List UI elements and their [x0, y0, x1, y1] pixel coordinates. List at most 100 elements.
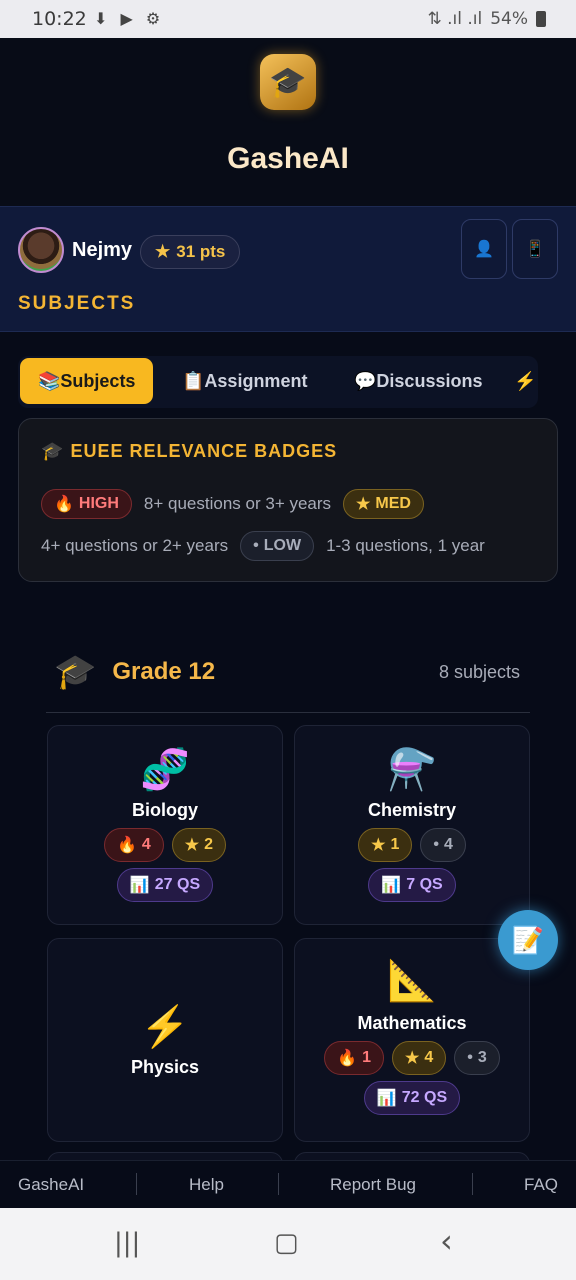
tab-bar: 📚 Subjects 📋 Assignment 💬 Discussions ⚡ [18, 356, 538, 408]
tab-discussions[interactable]: 💬 Discussions [350, 358, 486, 404]
memo-icon: 📝 [511, 924, 545, 955]
status-notification-icons: ⬇ ▶ ⚙ [94, 9, 165, 28]
low-badge: • 4 [420, 828, 466, 862]
med-badge: ★ 1 [358, 828, 413, 862]
divider [472, 1173, 473, 1195]
subject-card-physics[interactable]: ⚡ Physics [47, 938, 283, 1142]
high-count: 1 [362, 1049, 372, 1066]
tab-assignment[interactable]: 📋 Assignment [178, 358, 311, 404]
star-icon: ★ [356, 496, 371, 513]
graduation-cap-icon: 🎓 [41, 441, 65, 461]
star-icon: ★ [184, 837, 200, 854]
med-count: 4 [424, 1049, 434, 1066]
footer-link-help[interactable]: Help [189, 1175, 224, 1195]
signal-icon: ⇅ .ıl .ıl [427, 9, 483, 29]
status-time: 10:22 [32, 8, 87, 30]
med-label: MED [375, 495, 411, 512]
questions-count: 72 QS [401, 1089, 448, 1106]
qs-row: 📊 27 QS [48, 868, 282, 902]
grade-title: Grade 12 [112, 658, 216, 685]
badges-title-text: EUEE RELEVANCE BADGES [70, 441, 338, 461]
subject-name: Chemistry [367, 800, 457, 820]
subject-name: Biology [132, 800, 198, 820]
profile-button[interactable]: 👤 [461, 219, 507, 279]
badges-row-1: 🔥 HIGH 8+ questions or 3+ years ★ MED [41, 489, 424, 519]
subject-card-partial[interactable] [47, 1152, 283, 1160]
badge-row: 🔥 1 ★ 4 • 3 [295, 1041, 529, 1075]
med-description: 4+ questions or 2+ years [41, 536, 229, 555]
notes-fab-button[interactable]: 📝 [498, 910, 558, 970]
bar-chart-icon: 📊 [376, 1090, 397, 1107]
high-badge: 🔥 HIGH [41, 489, 132, 519]
subject-name: Mathematics [357, 1013, 467, 1033]
app-screen: 🎓 GasheAI Nejmy ★ 31 pts 👤 📱 SUBJECTS 📚 … [0, 38, 576, 1160]
divider [136, 1173, 137, 1195]
questions-badge: 📊 7 QS [368, 868, 456, 902]
speech-bubble-icon: 💬 [354, 370, 377, 391]
dot-icon: • [433, 836, 439, 853]
questions-count: 27 QS [154, 876, 201, 893]
dot-icon: • [253, 537, 259, 554]
low-badge: • LOW [240, 531, 315, 561]
bar-chart-icon: 📊 [129, 877, 150, 894]
badge-row: ★ 1 • 4 [295, 828, 529, 862]
subject-card-mathematics[interactable]: 📐 Mathematics 🔥 1 ★ 4 • 3 📊 72 QS [294, 938, 530, 1142]
med-count: 2 [204, 836, 214, 853]
med-badge: ★ MED [343, 489, 424, 519]
dot-icon: • [467, 1049, 473, 1066]
recents-icon[interactable]: ||| [114, 1228, 140, 1258]
status-right: ⇅ .ıl .ıl 54% [427, 9, 546, 29]
tab-more[interactable]: ⚡ [510, 358, 538, 404]
fire-icon: 🔥 [54, 496, 74, 513]
subject-card-partial[interactable] [294, 1152, 530, 1160]
flask-icon: ⚗️ [387, 748, 437, 792]
footer-link-gasheai[interactable]: GasheAI [18, 1175, 84, 1195]
lightning-icon: ⚡ [140, 1005, 190, 1049]
subject-name: Physics [130, 1057, 200, 1077]
divider [46, 712, 530, 713]
fire-icon: 🔥 [116, 837, 137, 854]
low-count: 4 [443, 836, 453, 853]
avatar[interactable] [18, 227, 64, 273]
star-icon: ★ [155, 242, 171, 261]
system-nav-bar: ||| ▢ ‹ [0, 1208, 576, 1280]
brand-header: 🎓 GasheAI [0, 38, 576, 206]
med-badge: ★ 2 [171, 828, 227, 862]
badges-row-2: 4+ questions or 2+ years • LOW 1-3 quest… [41, 531, 485, 561]
graduation-cap-icon: 🎓 [54, 653, 97, 691]
points-value: 31 pts [176, 242, 226, 261]
footer-link-report-bug[interactable]: Report Bug [330, 1175, 416, 1195]
fire-icon: 🔥 [337, 1050, 358, 1067]
bar-chart-icon: 📊 [381, 877, 402, 894]
phone-icon: 📱 [525, 241, 545, 258]
tab-label: Assignment [204, 370, 308, 391]
high-badge: 🔥 1 [324, 1041, 385, 1075]
badges-title: 🎓 EUEE RELEVANCE BADGES [41, 441, 337, 462]
qs-row: 📊 72 QS [295, 1081, 529, 1115]
app-logo: 🎓 [260, 54, 316, 110]
clipboard-icon: 📋 [182, 370, 205, 391]
star-icon: ★ [371, 837, 386, 854]
home-icon[interactable]: ▢ [274, 1228, 299, 1258]
device-button[interactable]: 📱 [512, 219, 558, 279]
high-badge: 🔥 4 [103, 828, 164, 862]
back-icon[interactable]: ‹ [440, 1222, 453, 1260]
low-badge: • 3 [454, 1041, 500, 1075]
user-icon: 👤 [474, 241, 494, 258]
footer-link-faq[interactable]: FAQ [524, 1175, 558, 1195]
triangle-ruler-icon: 📐 [387, 959, 437, 1003]
status-bar: 10:22 ⬇ ▶ ⚙ ⇅ .ıl .ıl 54% [0, 0, 576, 38]
tab-label: Discussions [376, 370, 483, 391]
battery-level: 54% [490, 9, 528, 29]
grade-header: 🎓 Grade 12 [54, 652, 215, 692]
tab-subjects[interactable]: 📚 Subjects [20, 358, 154, 404]
tab-label: Subjects [60, 370, 136, 391]
subject-card-chemistry[interactable]: ⚗️ Chemistry ★ 1 • 4 📊 7 QS [294, 725, 530, 925]
app-title: GasheAI [227, 142, 349, 175]
questions-count: 7 QS [406, 876, 443, 893]
battery-icon [536, 11, 546, 27]
subject-card-biology[interactable]: 🧬 Biology 🔥 4 ★ 2 📊 27 QS [47, 725, 283, 925]
low-count: 3 [477, 1049, 487, 1066]
star-icon: ★ [405, 1050, 420, 1067]
high-label: HIGH [78, 495, 119, 512]
